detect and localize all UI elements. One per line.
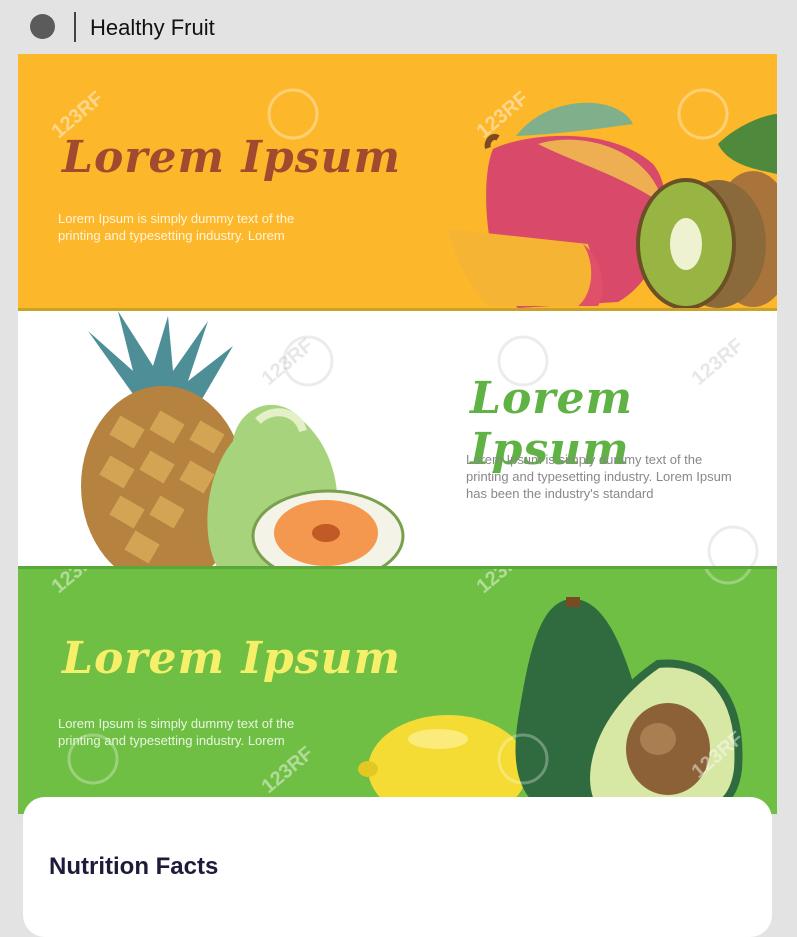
- banner-green: 123RF 123RF 123RF 123RF Lorem Ipsum Lore…: [18, 566, 777, 814]
- banner-body: Lorem Ipsum is simply dummy text of the …: [466, 452, 732, 501]
- lemon-avocado-illustration: [67, 569, 752, 814]
- banner-heading: Lorem Ipsum: [62, 132, 402, 183]
- app-header: Healthy Fruit: [0, 0, 797, 54]
- banner-body: Lorem Ipsum is simply dummy text of the …: [58, 716, 295, 748]
- header-divider: [74, 12, 76, 42]
- nutrition-title: Nutrition Facts: [49, 853, 219, 880]
- banner-heading: Lorem Ipsum: [62, 633, 402, 684]
- banner-body: Lorem Ipsum is simply dummy text of the …: [58, 211, 295, 243]
- fruit-banner-image: 123RF 123RF Lorem Ipsum Lorem Ipsum is s…: [18, 54, 777, 814]
- banner-white: 123RF 123RF Lorem Ipsum Lorem Ipsum is s…: [18, 308, 777, 566]
- nutrition-card: Nutrition Facts: [23, 797, 772, 937]
- app-icon[interactable]: [30, 14, 55, 39]
- app-title: Healthy Fruit: [90, 15, 215, 40]
- banner-orange: 123RF 123RF Lorem Ipsum Lorem Ipsum is s…: [18, 54, 777, 308]
